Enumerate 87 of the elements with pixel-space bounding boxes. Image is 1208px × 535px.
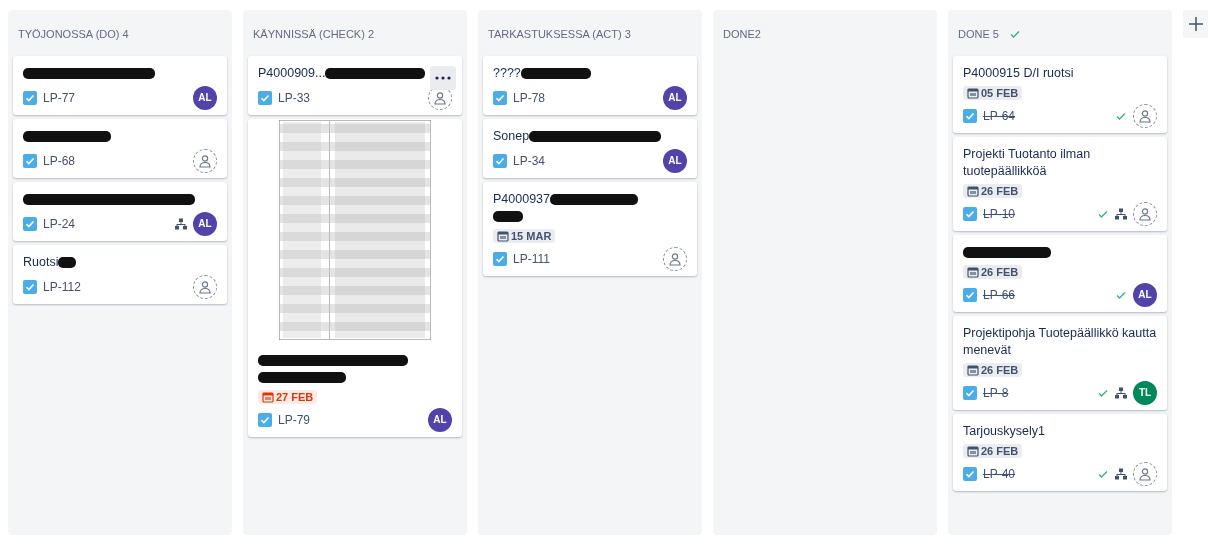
task-checkbox-icon — [963, 466, 977, 481]
calendar-icon — [967, 266, 979, 278]
card-title: Projektipohja Tuotepäällikkö kautta menevät — [963, 325, 1157, 359]
task-checkbox-icon — [23, 90, 37, 105]
issue-key[interactable]: LP-78 — [513, 90, 546, 105]
unassigned-avatar-icon[interactable] — [193, 274, 217, 299]
task-checkbox-icon — [493, 153, 507, 168]
task-checkbox-icon — [23, 216, 37, 231]
task-checkbox-icon — [258, 412, 272, 427]
issue-key[interactable]: LP-8 — [983, 385, 1009, 400]
column-title: DONE 5 — [958, 28, 999, 40]
column-title: KÄYNNISSÄ (CHECK) 2 — [253, 28, 375, 40]
issue-key[interactable]: LP-77 — [43, 90, 76, 105]
issue-key[interactable]: LP-24 — [43, 216, 76, 231]
calendar-icon — [967, 445, 979, 457]
card-title: Projekti Tuotanto ilman tuotepäällikköä — [963, 146, 1092, 180]
calendar-icon — [967, 185, 979, 197]
avatar[interactable]: TL — [1133, 380, 1157, 405]
avatar[interactable]: AL — [428, 407, 452, 432]
issue-key[interactable]: LP-68 — [43, 153, 76, 168]
issue-key[interactable]: LP-111 — [513, 251, 550, 266]
add-column-button[interactable] — [1183, 10, 1208, 38]
more-icon — [435, 76, 451, 80]
card-title: Ruotsi — [23, 254, 59, 271]
column-title: DONE2 — [723, 28, 761, 40]
more-button[interactable] — [430, 66, 456, 90]
task-checkbox-icon — [963, 385, 977, 400]
column-title: TARKASTUKSESSA (ACT) 3 — [488, 28, 631, 40]
card[interactable]: Sonep LP-34 AL — [483, 119, 697, 178]
due-date: 26 FEB — [963, 184, 1023, 198]
issue-key[interactable]: LP-33 — [278, 90, 311, 105]
due-date: 27 FEB — [258, 390, 318, 404]
due-date: 26 FEB — [963, 265, 1023, 279]
due-date: 26 FEB — [963, 363, 1023, 377]
calendar-icon — [967, 87, 979, 99]
task-checkbox-icon — [258, 90, 272, 105]
unassigned-avatar-icon[interactable] — [1133, 461, 1157, 486]
task-checkbox-icon — [963, 287, 977, 302]
avatar[interactable]: AL — [193, 211, 217, 236]
card-title: P4000915 D/I ruotsi — [963, 65, 1074, 82]
card[interactable]: Projektipohja Tuotepäällikkö kautta menevät 26 FEB LP-8 TL — [953, 316, 1167, 410]
avatar[interactable]: AL — [663, 85, 687, 110]
issue-key[interactable]: LP-66 — [983, 287, 1016, 302]
unassigned-avatar-icon[interactable] — [1133, 103, 1157, 128]
card-title: P4000937 — [493, 191, 550, 208]
calendar-icon — [497, 230, 509, 242]
card[interactable]: P4000937 15 MAR LP-111 — [483, 182, 697, 276]
due-date: 15 MAR — [493, 229, 556, 243]
card-title: ???? — [493, 65, 521, 82]
task-checkbox-icon — [493, 90, 507, 105]
avatar[interactable]: AL — [663, 148, 687, 173]
issue-key[interactable]: LP-64 — [983, 108, 1016, 123]
due-date: 05 FEB — [963, 86, 1023, 100]
calendar-icon — [967, 364, 979, 376]
task-checkbox-icon — [23, 279, 37, 294]
avatar[interactable]: AL — [193, 85, 217, 110]
card[interactable]: LP-68 — [13, 119, 227, 178]
card[interactable]: 27 FEB LP-79 AL — [248, 119, 462, 437]
card[interactable]: 26 FEB LP-66 AL — [953, 235, 1167, 312]
unassigned-avatar-icon[interactable] — [193, 148, 217, 173]
issue-key[interactable]: LP-79 — [278, 412, 311, 427]
card[interactable]: LP-24 AL — [13, 182, 227, 241]
card[interactable]: P4000915 D/I ruotsi 05 FEB LP-64 — [953, 56, 1167, 133]
unassigned-avatar-icon[interactable] — [663, 246, 687, 271]
due-date: 26 FEB — [963, 444, 1023, 458]
card-title: Tarjouskysely1 — [963, 423, 1045, 440]
task-checkbox-icon — [23, 153, 37, 168]
task-checkbox-icon — [493, 251, 507, 266]
task-checkbox-icon — [963, 108, 977, 123]
card[interactable]: Tarjouskysely1 26 FEB LP-40 — [953, 414, 1167, 491]
card[interactable]: ???? LP-78 AL — [483, 56, 697, 115]
issue-key[interactable]: LP-40 — [983, 466, 1016, 481]
column-title: TYÖJONOSSA (DO) 4 — [18, 28, 129, 40]
card-title: Sonep — [493, 128, 530, 145]
card[interactable]: P4000909... LP-33 — [248, 56, 462, 115]
card[interactable]: LP-77 AL — [13, 56, 227, 115]
card-title: P4000909... — [258, 65, 326, 82]
card[interactable]: Ruotsi LP-112 — [13, 245, 227, 304]
issue-key[interactable]: LP-112 — [43, 279, 81, 294]
card[interactable]: Projekti Tuotanto ilman tuotepäällikköä 26 FEB LP-10 — [953, 137, 1167, 231]
issue-key[interactable]: LP-34 — [513, 153, 546, 168]
avatar[interactable]: AL — [1133, 282, 1157, 307]
plus-icon — [1188, 16, 1204, 32]
task-checkbox-icon — [963, 206, 977, 221]
issue-key[interactable]: LP-10 — [983, 206, 1016, 221]
calendar-icon — [262, 391, 274, 403]
unassigned-avatar-icon[interactable] — [1133, 201, 1157, 226]
